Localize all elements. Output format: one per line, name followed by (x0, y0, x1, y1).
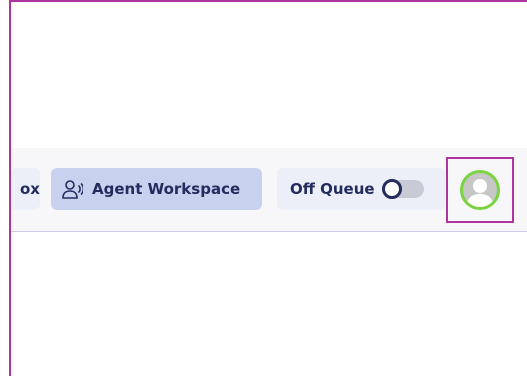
queue-status-control: Off Queue (277, 168, 445, 210)
tab-agent-workspace[interactable]: Agent Workspace (51, 168, 262, 210)
toggle-knob (381, 179, 402, 199)
avatar-highlight (446, 157, 514, 223)
tab-inbox-label: ox (20, 180, 40, 198)
headset-user-icon (61, 178, 83, 200)
queue-status-label: Off Queue (290, 180, 375, 198)
user-avatar-icon[interactable] (460, 170, 500, 210)
tab-inbox[interactable]: ox (11, 168, 40, 210)
navigation-divider (11, 231, 527, 232)
tab-agent-workspace-label: Agent Workspace (92, 180, 241, 198)
queue-toggle[interactable] (381, 179, 424, 199)
